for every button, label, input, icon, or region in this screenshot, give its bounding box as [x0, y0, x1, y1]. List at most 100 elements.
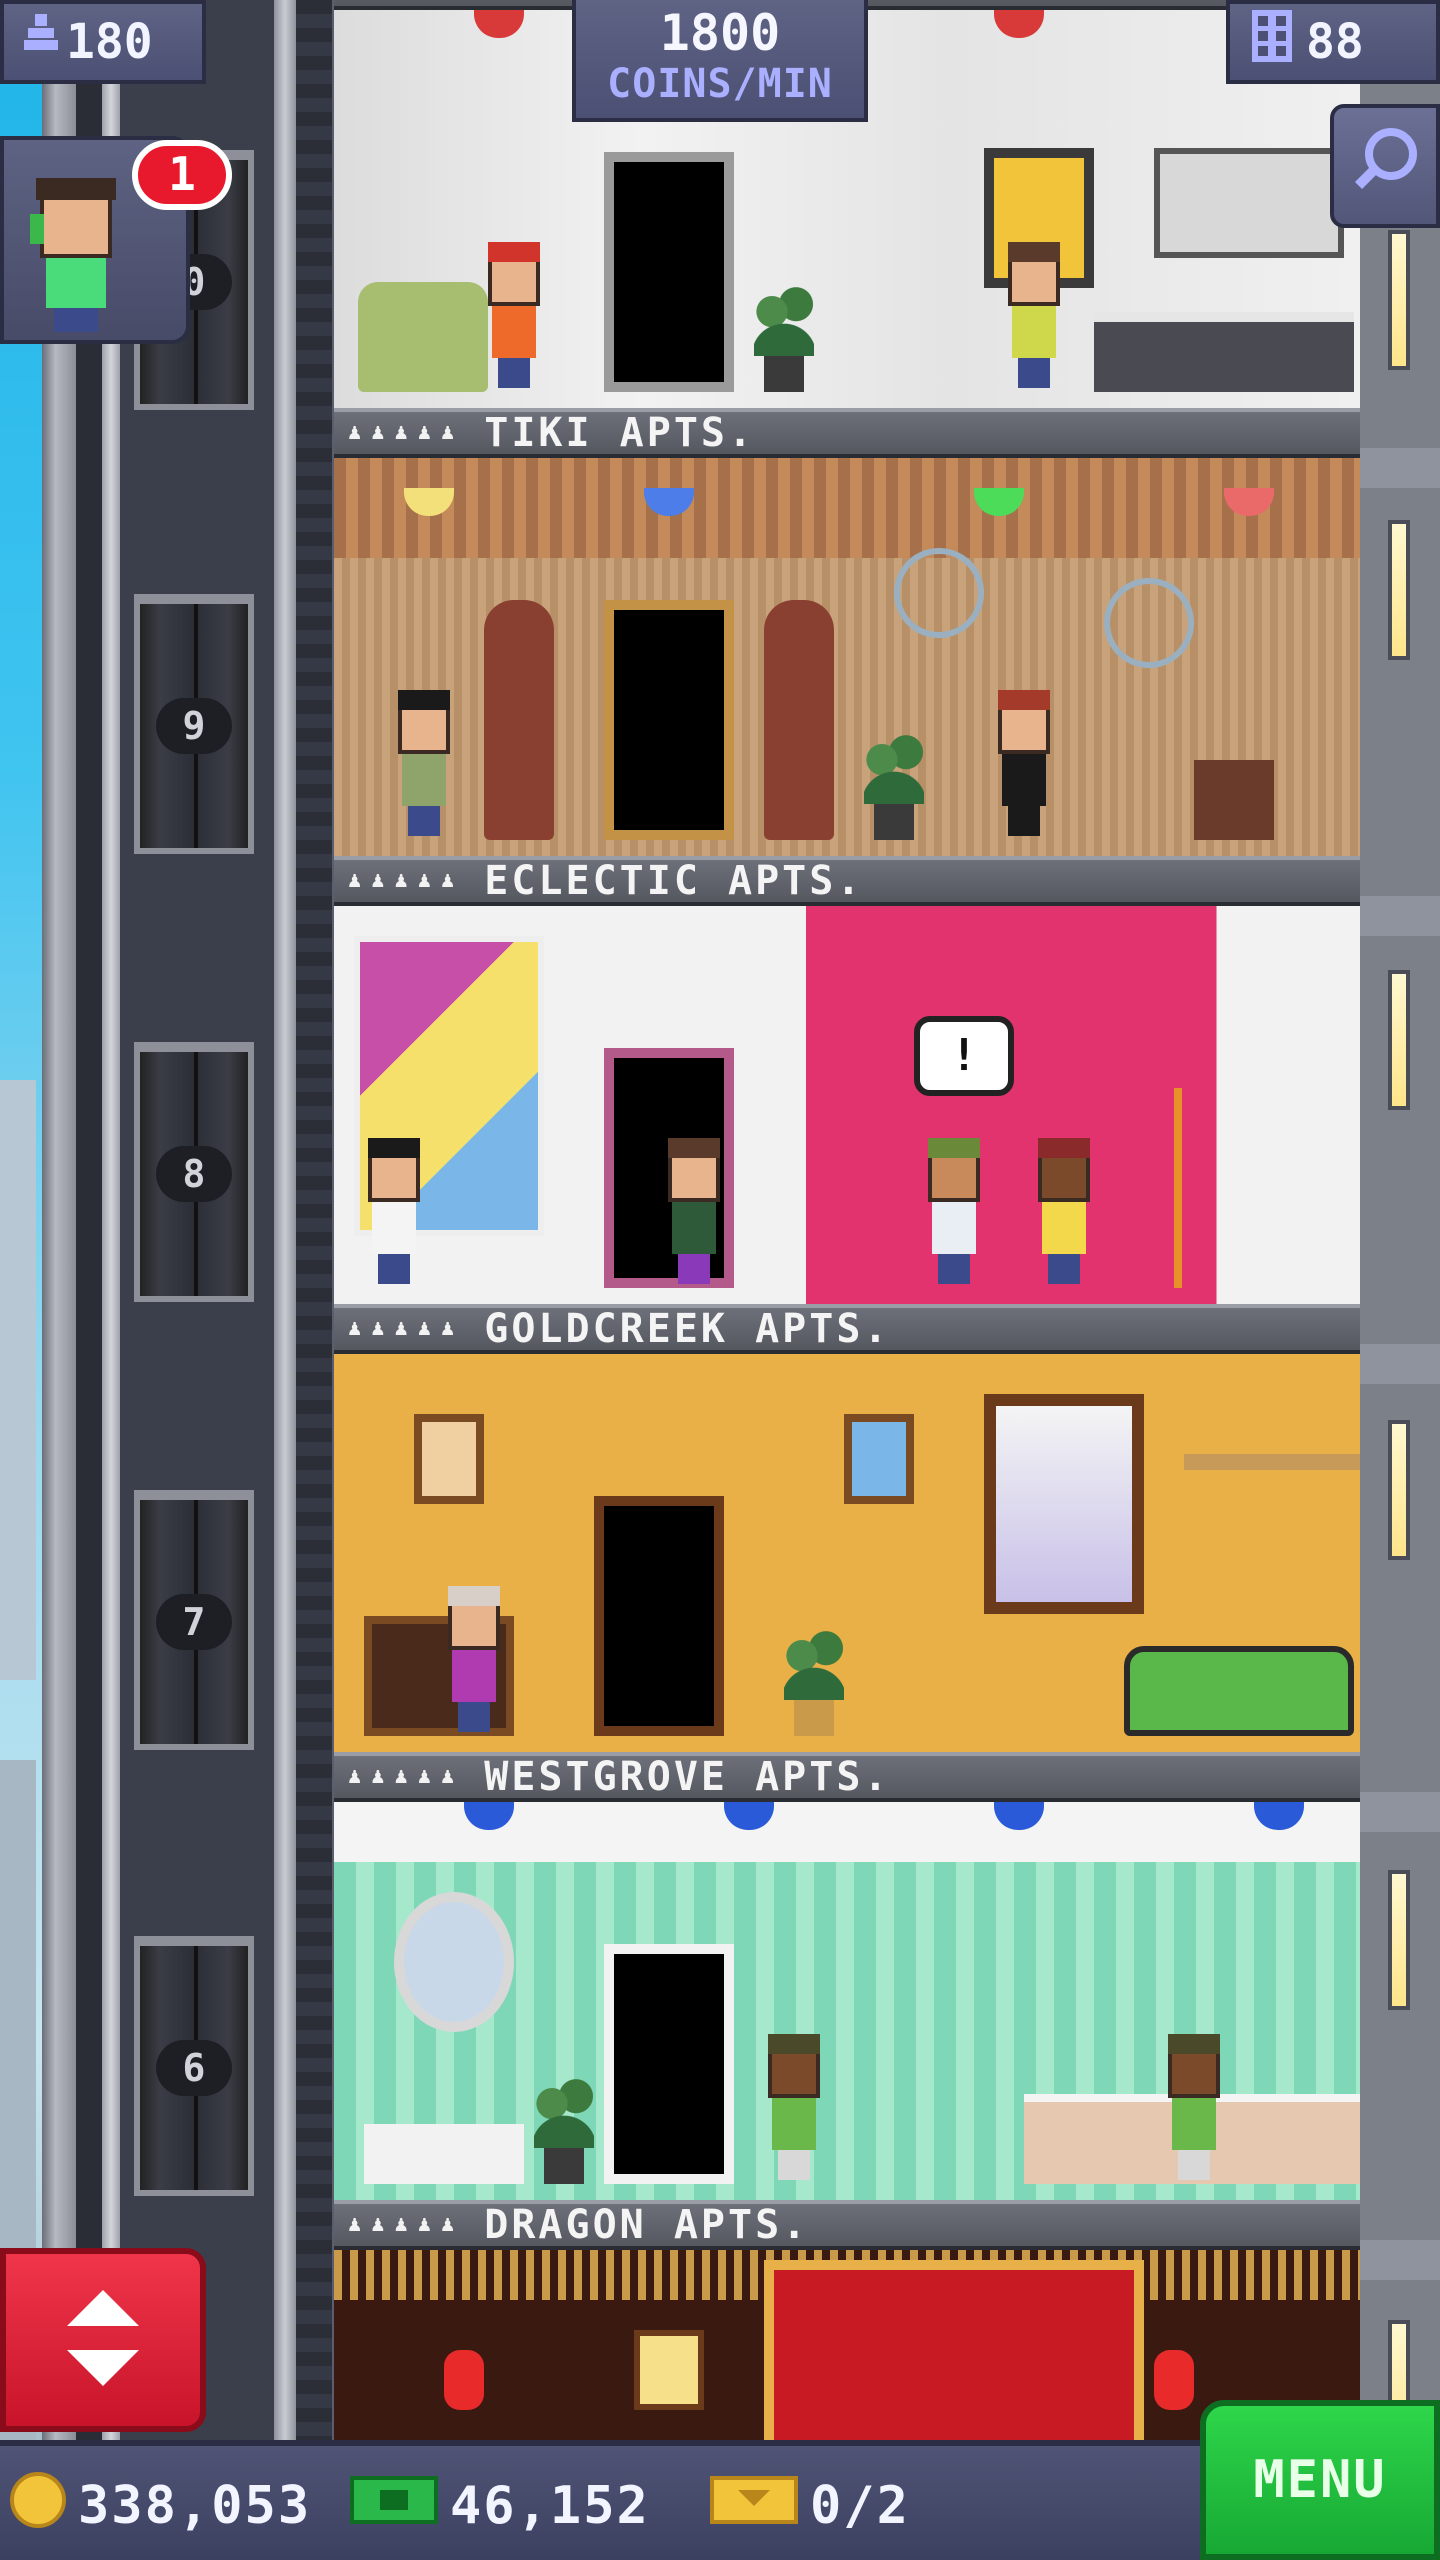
potted-plant — [864, 730, 924, 840]
search-icon — [1349, 124, 1421, 208]
notification-avatar — [30, 178, 122, 334]
ceiling-lamp — [994, 10, 1044, 38]
mirror — [394, 1892, 514, 2032]
floor-westgrove-apts[interactable]: ♟ ♟ ♟ ♟ ♟ WESTGROVE APTS. — [334, 1752, 1360, 2200]
floor-name: ECLECTIC APTS. — [484, 858, 864, 904]
elevator-floor-number: 6 — [156, 2040, 232, 2096]
apartment-door[interactable] — [604, 1944, 734, 2184]
thatch-ceiling — [334, 458, 1360, 558]
resident[interactable] — [764, 2034, 824, 2180]
elevator-floor-number: 9 — [156, 698, 232, 754]
tickets-balance[interactable]: 0/2 — [710, 2470, 910, 2542]
apartment-door[interactable] — [594, 1496, 724, 1736]
floor-name: WESTGROVE APTS. — [484, 1754, 891, 1800]
apartment-door[interactable] — [604, 152, 734, 392]
wall-shelf — [1184, 1454, 1360, 1470]
dragon-tapestry — [764, 2260, 1144, 2460]
window — [984, 1394, 1144, 1614]
floor-banner: ♟ ♟ ♟ ♟ ♟ TIKI APTS. — [334, 408, 1360, 458]
elevator-floor-number: 7 — [156, 1594, 232, 1650]
tiki-statue — [484, 600, 554, 840]
floors-grid-icon — [1252, 10, 1292, 74]
picture-frame — [414, 1414, 484, 1504]
bird-cage — [1104, 578, 1194, 668]
vanity-table — [364, 2124, 524, 2184]
floor-tiki-apts[interactable]: ♟ ♟ ♟ ♟ ♟ TIKI APTS. — [334, 408, 1360, 856]
bird-cage — [894, 548, 984, 638]
elevator-shaft[interactable]: 0 9 8 7 6 — [42, 0, 332, 2560]
speech-bubble-icon[interactable]: ! — [914, 1016, 1014, 1096]
floor-banner: ♟ ♟ ♟ ♟ ♟ GOLDCREEK APTS. — [334, 1304, 1360, 1354]
ceiling-lamp — [474, 10, 524, 38]
red-lantern — [444, 2350, 484, 2410]
floor-eclectic-apts[interactable]: ♟ ♟ ♟ ♟ ♟ ECLECTIC APTS. ! — [334, 856, 1360, 1304]
floor-stars: ♟ ♟ ♟ ♟ ♟ — [348, 1764, 455, 1789]
resident[interactable] — [1164, 2034, 1224, 2180]
armchair — [358, 282, 488, 392]
tickets-value: 0/2 — [810, 2476, 910, 2536]
floor-stars: ♟ ♟ ♟ ♟ ♟ — [348, 420, 455, 445]
floor-stars: ♟ ♟ ♟ ♟ ♟ — [348, 1316, 455, 1341]
menu-button[interactable]: MENU — [1200, 2400, 1440, 2560]
resident[interactable] — [364, 1138, 424, 1284]
floor-stars: ♟ ♟ ♟ ♟ ♟ — [348, 2212, 455, 2237]
room-interior — [334, 1354, 1360, 1752]
tiki-statue — [764, 600, 834, 840]
resident[interactable] — [1034, 1138, 1094, 1284]
resident[interactable] — [444, 1586, 504, 1732]
coins-value: 338,053 — [78, 2476, 312, 2536]
side-table — [1194, 760, 1274, 840]
elevator-up-down-button[interactable] — [0, 2248, 206, 2432]
bux-balance[interactable]: 46,152 — [350, 2470, 650, 2542]
population-icon — [24, 14, 58, 70]
resident[interactable] — [664, 1138, 724, 1284]
floor-name: DRAGON APTS. — [484, 2202, 810, 2248]
floor-name: TIKI APTS. — [484, 410, 756, 456]
city-building — [0, 1080, 36, 1680]
tower-right-edge — [1360, 0, 1440, 2460]
elevator-up-down-icon — [67, 2290, 139, 2390]
coins-per-minute-panel: 1800 COINS/MIN — [572, 0, 868, 122]
city-sky-background — [0, 0, 42, 2560]
room-interior — [334, 458, 1360, 856]
elevator-car[interactable]: 9 — [134, 594, 254, 854]
sofa — [1124, 1646, 1354, 1736]
floor-banner: ♟ ♟ ♟ ♟ ♟ ECLECTIC APTS. — [334, 856, 1360, 906]
floor-goldcreek-apts[interactable]: ♟ ♟ ♟ ♟ ♟ GOLDCREEK APTS. — [334, 1304, 1360, 1752]
floor-count-panel[interactable]: 88 — [1226, 0, 1440, 84]
population-value: 180 — [66, 14, 153, 70]
room-interior: ! — [334, 906, 1360, 1304]
floor-count-value: 88 — [1306, 14, 1364, 70]
resident[interactable] — [924, 1138, 984, 1284]
resident[interactable] — [1004, 242, 1064, 388]
potted-plant — [534, 2074, 594, 2184]
potted-plant — [754, 282, 814, 392]
population-counter[interactable]: 180 — [0, 0, 206, 84]
elevator-car[interactable]: 6 — [134, 1936, 254, 2196]
elevator-car[interactable]: 7 — [134, 1490, 254, 1750]
coins-balance[interactable]: 338,053 — [10, 2470, 311, 2542]
floor-banner: ♟ ♟ ♟ ♟ ♟ DRAGON APTS. — [334, 2200, 1360, 2250]
lit-window — [634, 2330, 704, 2410]
room-interior — [334, 1802, 1360, 2200]
bux-icon — [350, 2472, 438, 2541]
floor-name: GOLDCREEK APTS. — [484, 1306, 891, 1352]
resident[interactable] — [394, 690, 454, 836]
notification-badge: 1 — [132, 140, 232, 210]
picture-frame — [844, 1414, 914, 1504]
tower: ♟♟♟♟♟ BEST APTS. ♟♟♟♟♟ TIKI APTS. — [334, 0, 1360, 2560]
notification-panel[interactable]: 1 — [0, 136, 232, 344]
search-button[interactable] — [1330, 104, 1440, 228]
red-lantern — [1154, 2350, 1194, 2410]
elevator-car[interactable]: 8 — [134, 1042, 254, 1302]
bux-value: 46,152 — [450, 2476, 650, 2536]
coins-per-minute-value: 1800 — [659, 4, 781, 62]
floor-stars: ♟ ♟ ♟ ♟ ♟ — [348, 868, 455, 893]
resident[interactable] — [484, 242, 544, 388]
coins-per-minute-unit: COINS/MIN — [607, 61, 833, 107]
potted-plant — [784, 1626, 844, 1736]
floor-lamp — [1174, 1088, 1234, 1288]
kitchen-counter — [1094, 312, 1354, 392]
resident[interactable] — [994, 690, 1054, 836]
apartment-door[interactable] — [604, 600, 734, 840]
